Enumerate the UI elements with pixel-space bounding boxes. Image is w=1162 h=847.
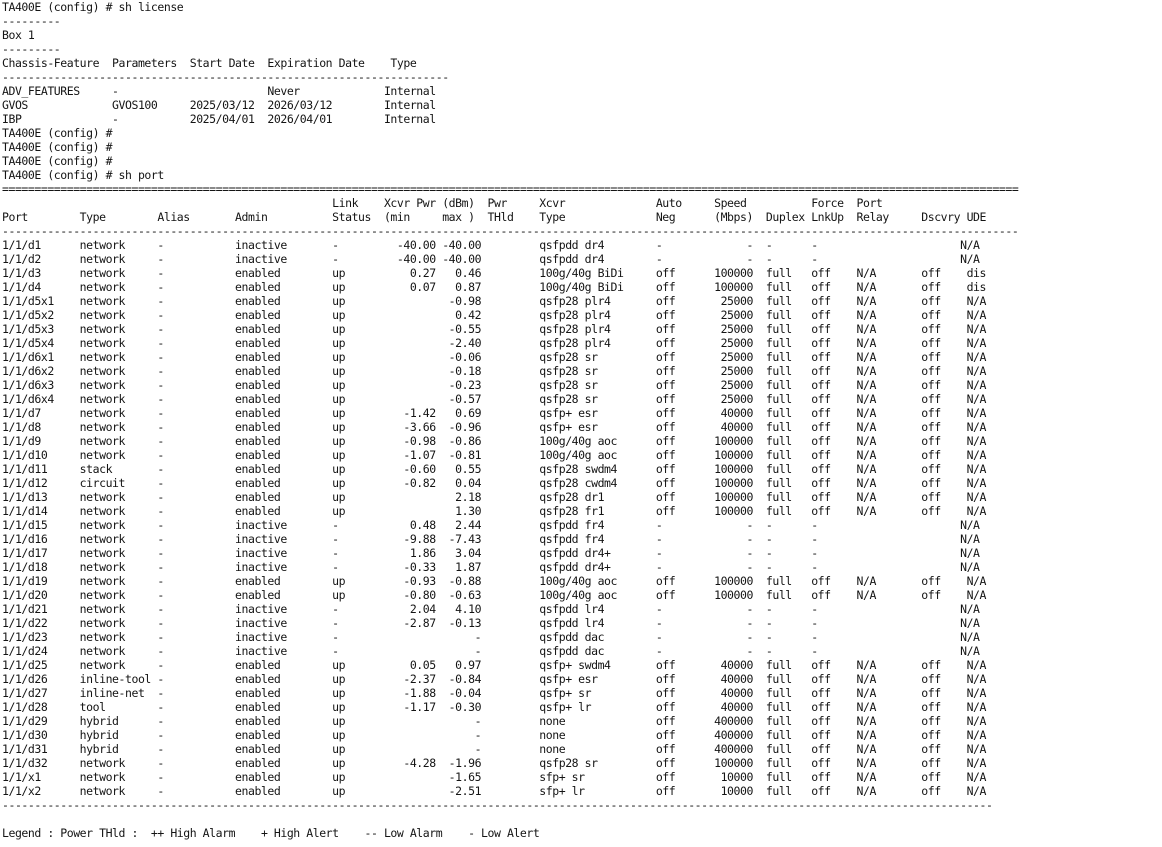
terminal-line: 1/1/d6x4 network - enabled up -0.57 qsfp… [2, 392, 986, 406]
terminal-line: --------- [2, 14, 61, 28]
terminal-line: Legend : Power THld : ++ High Alarm + Hi… [2, 826, 540, 840]
terminal-line: GVOS GVOS100 2025/03/12 2026/03/12 Inter… [2, 98, 436, 112]
terminal-window[interactable]: TA400E (config) # sh license --------- Box… [2, 0, 1160, 847]
terminal-line: ----------------------------------------… [2, 798, 993, 812]
terminal-line: 1/1/d1 network - inactive - -40.00 -40.0… [2, 238, 980, 252]
terminal-line: 1/1/d20 network - enabled up -0.80 -0.63… [2, 588, 986, 602]
terminal-line: 1/1/d30 hybrid - enabled up - none off 4… [2, 728, 986, 742]
terminal-line: 1/1/d16 network - inactive - -9.88 -7.43… [2, 532, 980, 546]
terminal-line: 1/1/d6x2 network - enabled up -0.18 qsfp… [2, 364, 986, 378]
terminal-line: 1/1/d32 network - enabled up -4.28 -1.96… [2, 756, 986, 770]
terminal-line: 1/1/d15 network - inactive - 0.48 2.44 q… [2, 518, 980, 532]
terminal-line: 1/1/x2 network - enabled up -2.51 sfp+ l… [2, 784, 986, 798]
terminal-line: 1/1/d29 hybrid - enabled up - none off 4… [2, 714, 986, 728]
terminal-line: 1/1/d25 network - enabled up 0.05 0.97 q… [2, 658, 986, 672]
terminal-line: TA400E (config) # [2, 140, 113, 154]
terminal-line: 1/1/d9 network - enabled up -0.98 -0.86 … [2, 434, 986, 448]
terminal-line: TA400E (config) # sh port [2, 168, 164, 182]
terminal-line: ----------------------------------------… [2, 224, 1019, 238]
terminal-line: TA400E (config) # sh license [2, 0, 184, 14]
terminal-line: 1/1/d5x4 network - enabled up -2.40 qsfp… [2, 336, 986, 350]
terminal-line: 1/1/d5x2 network - enabled up 0.42 qsfp2… [2, 308, 986, 322]
terminal-line: 1/1/d6x1 network - enabled up -0.06 qsfp… [2, 350, 986, 364]
terminal-line: IBP - 2025/04/01 2026/04/01 Internal [2, 112, 436, 126]
terminal-line: 1/1/d18 network - inactive - -0.33 1.87 … [2, 560, 980, 574]
terminal-line: Port Type Alias Admin Status (min max ) … [2, 210, 986, 224]
terminal-line: 1/1/d28 tool - enabled up -1.17 -0.30 qs… [2, 700, 986, 714]
terminal-output: TA400E (config) # sh license --------- Box… [2, 0, 1160, 840]
terminal-line: 1/1/d3 network - enabled up 0.27 0.46 10… [2, 266, 986, 280]
terminal-line: 1/1/d2 network - inactive - -40.00 -40.0… [2, 252, 980, 266]
terminal-line: 1/1/d5x3 network - enabled up -0.55 qsfp… [2, 322, 986, 336]
terminal-line: 1/1/d24 network - inactive - - qsfpdd da… [2, 644, 980, 658]
terminal-line: 1/1/d19 network - enabled up -0.93 -0.88… [2, 574, 986, 588]
terminal-line: 1/1/d22 network - inactive - -2.87 -0.13… [2, 616, 980, 630]
terminal-line: ----------------------------------------… [2, 70, 449, 84]
terminal-line: 1/1/d23 network - inactive - - qsfpdd da… [2, 630, 980, 644]
terminal-line: 1/1/d10 network - enabled up -1.07 -0.81… [2, 448, 986, 462]
terminal-line: 1/1/d26 inline-tool - enabled up -2.37 -… [2, 672, 986, 686]
terminal-line: Link Xcvr Pwr (dBm) Pwr Xcvr Auto Speed … [2, 196, 883, 210]
terminal-line: 1/1/d31 hybrid - enabled up - none off 4… [2, 742, 986, 756]
terminal-line: Chassis-Feature Parameters Start Date Ex… [2, 56, 417, 70]
terminal-line: 1/1/d5x1 network - enabled up -0.98 qsfp… [2, 294, 986, 308]
terminal-line: 1/1/d11 stack - enabled up -0.60 0.55 qs… [2, 462, 986, 476]
terminal-line: 1/1/d8 network - enabled up -3.66 -0.96 … [2, 420, 986, 434]
terminal-line: ========================================… [2, 182, 1019, 196]
terminal-line: 1/1/d6x3 network - enabled up -0.23 qsfp… [2, 378, 986, 392]
terminal-line: 1/1/x1 network - enabled up -1.65 sfp+ s… [2, 770, 986, 784]
terminal-line: 1/1/d7 network - enabled up -1.42 0.69 q… [2, 406, 986, 420]
terminal-line: Box 1 [2, 28, 35, 42]
terminal-line: 1/1/d14 network - enabled up 1.30 qsfp28… [2, 504, 986, 518]
terminal-line: TA400E (config) # [2, 154, 113, 168]
terminal-line: --------- [2, 42, 61, 56]
terminal-line: 1/1/d12 circuit - enabled up -0.82 0.04 … [2, 476, 986, 490]
terminal-line: 1/1/d21 network - inactive - 2.04 4.10 q… [2, 602, 980, 616]
terminal-line: 1/1/d17 network - inactive - 1.86 3.04 q… [2, 546, 980, 560]
terminal-line: 1/1/d4 network - enabled up 0.07 0.87 10… [2, 280, 986, 294]
terminal-line: 1/1/d27 inline-net - enabled up -1.88 -0… [2, 686, 986, 700]
terminal-line: ADV_FEATURES - Never Internal [2, 84, 436, 98]
terminal-line: TA400E (config) # [2, 126, 113, 140]
terminal-line: 1/1/d13 network - enabled up 2.18 qsfp28… [2, 490, 986, 504]
